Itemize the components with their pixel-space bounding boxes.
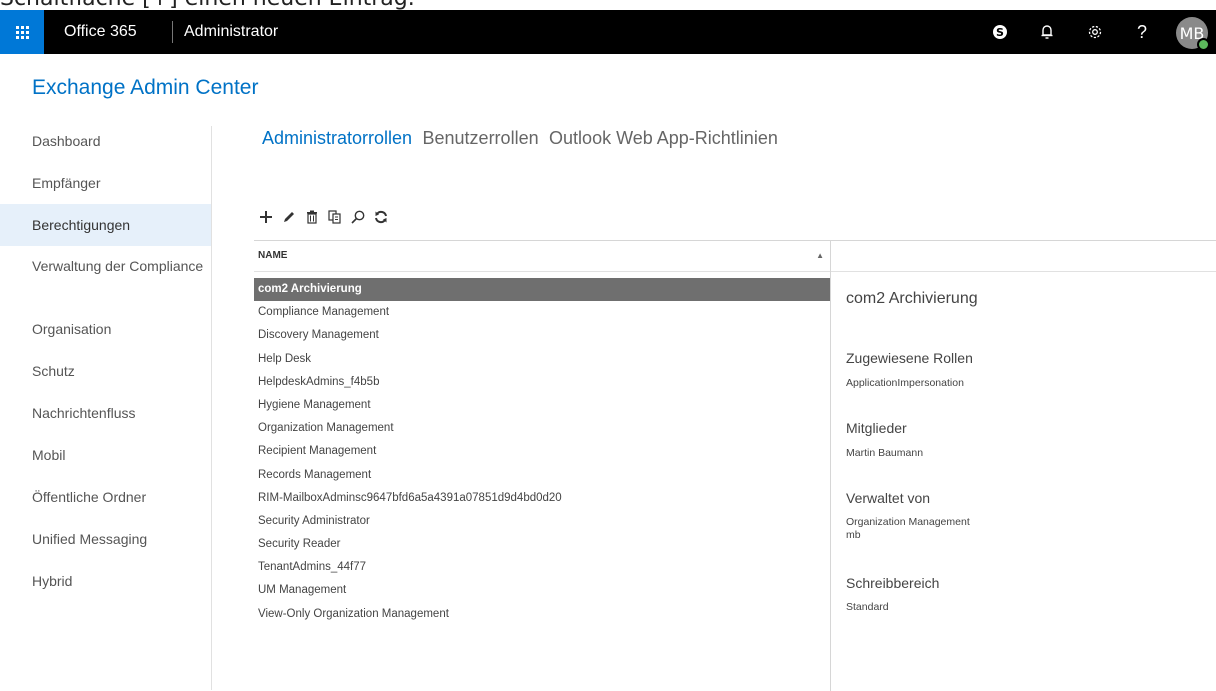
- delete-icon: [307, 210, 317, 224]
- table-row[interactable]: RIM-MailboxAdminsc9647bfd6a5a4391a07851d…: [254, 487, 830, 510]
- app-launcher-button[interactable]: [0, 10, 44, 54]
- scope-label: Schreibbereich: [846, 575, 940, 591]
- managed-by-value: Organization Management: [846, 516, 970, 528]
- table-row[interactable]: TenantAdmins_44f77: [254, 556, 830, 579]
- sidebar-item-compliance[interactable]: Verwaltung der Compliance: [0, 246, 211, 308]
- edit-button[interactable]: [278, 206, 300, 228]
- table-row[interactable]: com2 Archivierung: [254, 278, 830, 302]
- sidebar-item-oeffentliche-ordner[interactable]: Öffentliche Ordner: [0, 476, 211, 518]
- caption-text: Schaltfläche [+] einen neuen Eintrag.: [0, 0, 600, 10]
- brand-link[interactable]: Office 365: [64, 10, 137, 54]
- table-row[interactable]: View-Only Organization Management: [254, 603, 830, 626]
- scope-value: Standard: [846, 601, 889, 613]
- top-bar: Office 365 Administrator S ? MB: [0, 10, 1216, 54]
- table-row[interactable]: Security Administrator: [254, 510, 830, 533]
- settings-button[interactable]: [1080, 10, 1110, 54]
- tab-bar: Administratorrollen Benutzerrollen Outlo…: [262, 128, 784, 149]
- details-header: [831, 240, 1216, 272]
- sidebar-item-hybrid[interactable]: Hybrid: [0, 560, 211, 602]
- table-row[interactable]: Help Desk: [254, 348, 830, 371]
- search-button[interactable]: [347, 206, 369, 228]
- details-title: com2 Archivierung: [846, 290, 978, 307]
- add-button[interactable]: [255, 206, 277, 228]
- toolbar: [255, 206, 393, 228]
- avatar[interactable]: MB: [1176, 17, 1210, 51]
- copy-icon: [328, 210, 341, 224]
- column-header-name[interactable]: NAME ▲: [254, 241, 830, 272]
- refresh-icon: [375, 210, 387, 224]
- page-title: Exchange Admin Center: [32, 76, 259, 99]
- table-row[interactable]: Recipient Management: [254, 440, 830, 463]
- table-row[interactable]: UM Management: [254, 579, 830, 602]
- skype-icon: S: [993, 25, 1007, 39]
- members-value: Martin Baumann: [846, 447, 924, 459]
- tab-owa-richtlinien[interactable]: Outlook Web App-Richtlinien: [549, 128, 778, 148]
- column-header-label: NAME: [258, 250, 288, 261]
- section-title: Administrator: [184, 23, 279, 40]
- sidebar-item-empfaenger[interactable]: Empfänger: [0, 162, 211, 204]
- svg-text:S: S: [996, 26, 1004, 39]
- copy-button[interactable]: [324, 206, 346, 228]
- table-row[interactable]: HelpdeskAdmins_f4b5b: [254, 371, 830, 394]
- sidebar-divider: [211, 126, 212, 690]
- topbar-divider: [172, 21, 173, 43]
- sidebar-item-schutz[interactable]: Schutz: [0, 350, 211, 392]
- tab-administratorrollen[interactable]: Administratorrollen: [262, 128, 412, 148]
- table-row[interactable]: Security Reader: [254, 533, 830, 556]
- add-icon: [260, 211, 272, 223]
- sidebar-item-mobil[interactable]: Mobil: [0, 434, 211, 476]
- managed-by-value: mb: [846, 529, 861, 541]
- help-button[interactable]: ?: [1127, 10, 1157, 54]
- sidebar-nav: Dashboard Empfänger Berechtigungen Verwa…: [0, 120, 211, 602]
- sidebar-item-nachrichtenfluss[interactable]: Nachrichtenfluss: [0, 392, 211, 434]
- notifications-button[interactable]: [1032, 10, 1062, 54]
- sidebar-item-organisation[interactable]: Organisation: [0, 308, 211, 350]
- members-label: Mitglieder: [846, 420, 907, 436]
- roles-list: NAME ▲ com2 Archivierung Compliance Mana…: [254, 240, 831, 691]
- table-row[interactable]: Compliance Management: [254, 301, 830, 324]
- sort-ascending-icon: ▲: [816, 251, 824, 260]
- tab-benutzerrollen[interactable]: Benutzerrollen: [423, 128, 539, 148]
- assigned-roles-label: Zugewiesene Rollen: [846, 350, 973, 366]
- table-row[interactable]: Records Management: [254, 464, 830, 487]
- sidebar-item-dashboard[interactable]: Dashboard: [0, 120, 211, 162]
- table-row[interactable]: Hygiene Management: [254, 394, 830, 417]
- sidebar-item-unified-messaging[interactable]: Unified Messaging: [0, 518, 211, 560]
- waffle-icon: [15, 25, 29, 39]
- delete-button[interactable]: [301, 206, 323, 228]
- managed-by-label: Verwaltet von: [846, 490, 931, 506]
- list-rows: com2 Archivierung Compliance Management …: [254, 278, 830, 626]
- table-row[interactable]: Organization Management: [254, 417, 830, 440]
- skype-button[interactable]: S: [985, 10, 1015, 54]
- sidebar-item-berechtigungen[interactable]: Berechtigungen: [0, 204, 211, 246]
- table-row[interactable]: Discovery Management: [254, 324, 830, 347]
- search-icon: [351, 210, 365, 224]
- presence-status-icon: [1197, 38, 1210, 51]
- edit-icon: [284, 212, 294, 222]
- gear-icon: [1088, 25, 1102, 39]
- bell-icon: [1041, 25, 1053, 39]
- help-icon: ?: [1136, 21, 1147, 42]
- assigned-roles-value: ApplicationImpersonation: [846, 377, 964, 389]
- refresh-button[interactable]: [370, 206, 392, 228]
